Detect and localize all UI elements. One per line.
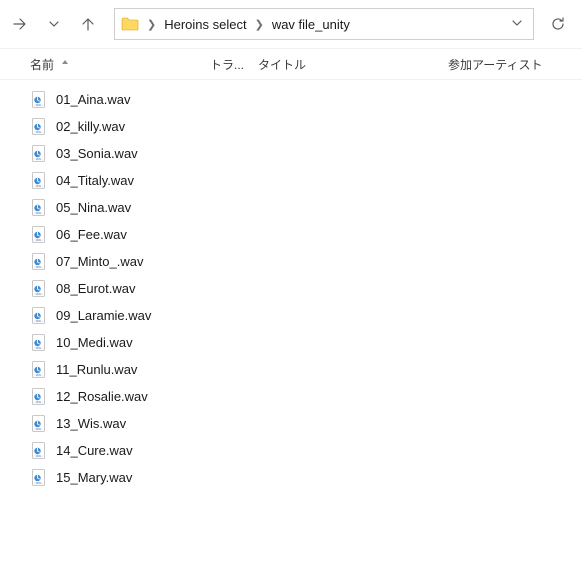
chevron-right-icon[interactable]: ❯ — [251, 18, 268, 31]
file-row[interactable]: WAV 03_Sonia.wav — [0, 140, 582, 167]
file-row[interactable]: WAV 01_Aina.wav — [0, 86, 582, 113]
wav-file-icon: WAV — [30, 361, 48, 379]
file-row[interactable]: WAV 12_Rosalie.wav — [0, 383, 582, 410]
wav-file-icon: WAV — [30, 334, 48, 352]
file-row[interactable]: WAV 10_Medi.wav — [0, 329, 582, 356]
svg-text:WAV: WAV — [36, 347, 41, 350]
wav-file-icon: WAV — [30, 469, 48, 487]
sort-indicator-icon — [60, 58, 70, 71]
column-label: タイトル — [258, 56, 306, 73]
file-list: WAV 01_Aina.wav WAV 02_killy.wav WAV 03_… — [0, 80, 582, 491]
file-row[interactable]: WAV 11_Runlu.wav — [0, 356, 582, 383]
chevron-right-icon[interactable]: ❯ — [143, 18, 160, 31]
address-dropdown-button[interactable] — [507, 13, 527, 36]
wav-file-icon: WAV — [30, 199, 48, 217]
file-row[interactable]: WAV 14_Cure.wav — [0, 437, 582, 464]
column-header-track[interactable]: トラ... — [210, 49, 258, 79]
file-name: 12_Rosalie.wav — [56, 389, 148, 404]
column-header-artist[interactable]: 参加アーティスト — [448, 49, 582, 79]
column-label: 名前 — [30, 56, 54, 73]
file-row[interactable]: WAV 13_Wis.wav — [0, 410, 582, 437]
file-name: 13_Wis.wav — [56, 416, 126, 431]
wav-file-icon: WAV — [30, 388, 48, 406]
svg-text:WAV: WAV — [36, 428, 41, 431]
arrow-up-icon — [80, 16, 96, 32]
wav-file-icon: WAV — [30, 226, 48, 244]
folder-icon — [121, 16, 139, 32]
svg-text:WAV: WAV — [36, 185, 41, 188]
file-row[interactable]: WAV 08_Eurot.wav — [0, 275, 582, 302]
svg-text:WAV: WAV — [36, 482, 41, 485]
wav-file-icon: WAV — [30, 415, 48, 433]
file-name: 01_Aina.wav — [56, 92, 130, 107]
file-name: 07_Minto_.wav — [56, 254, 143, 269]
svg-text:WAV: WAV — [36, 374, 41, 377]
svg-text:WAV: WAV — [36, 320, 41, 323]
file-row[interactable]: WAV 04_Titaly.wav — [0, 167, 582, 194]
column-header-name[interactable]: 名前 — [30, 49, 210, 79]
file-name: 14_Cure.wav — [56, 443, 133, 458]
file-name: 04_Titaly.wav — [56, 173, 134, 188]
svg-text:WAV: WAV — [36, 455, 41, 458]
file-row[interactable]: WAV 02_killy.wav — [0, 113, 582, 140]
toolbar: ❯ Heroins select ❯ wav file_unity — [0, 0, 582, 48]
file-name: 06_Fee.wav — [56, 227, 127, 242]
file-name: 10_Medi.wav — [56, 335, 133, 350]
wav-file-icon: WAV — [30, 118, 48, 136]
svg-text:WAV: WAV — [36, 401, 41, 404]
file-row[interactable]: WAV 09_Laramie.wav — [0, 302, 582, 329]
chevron-down-icon — [48, 18, 60, 30]
wav-file-icon: WAV — [30, 307, 48, 325]
forward-button[interactable] — [4, 8, 36, 40]
recent-locations-button[interactable] — [38, 8, 70, 40]
breadcrumb-item[interactable]: Heroins select — [160, 15, 250, 34]
file-name: 03_Sonia.wav — [56, 146, 138, 161]
file-name: 08_Eurot.wav — [56, 281, 136, 296]
wav-file-icon: WAV — [30, 280, 48, 298]
breadcrumb-item[interactable]: wav file_unity — [268, 15, 354, 34]
refresh-button[interactable] — [542, 8, 574, 40]
file-name: 02_killy.wav — [56, 119, 125, 134]
column-label: トラ... — [210, 56, 244, 73]
wav-file-icon: WAV — [30, 253, 48, 271]
file-row[interactable]: WAV 06_Fee.wav — [0, 221, 582, 248]
svg-text:WAV: WAV — [36, 293, 41, 296]
svg-text:WAV: WAV — [36, 266, 41, 269]
column-headers: 名前 トラ... タイトル 参加アーティスト — [0, 48, 582, 80]
file-name: 09_Laramie.wav — [56, 308, 151, 323]
wav-file-icon: WAV — [30, 442, 48, 460]
wav-file-icon: WAV — [30, 145, 48, 163]
file-name: 11_Runlu.wav — [56, 362, 137, 377]
file-row[interactable]: WAV 07_Minto_.wav — [0, 248, 582, 275]
svg-text:WAV: WAV — [36, 239, 41, 242]
up-button[interactable] — [72, 8, 104, 40]
arrow-right-icon — [12, 16, 28, 32]
wav-file-icon: WAV — [30, 172, 48, 190]
file-name: 15_Mary.wav — [56, 470, 132, 485]
address-bar-right — [507, 13, 527, 36]
wav-file-icon: WAV — [30, 91, 48, 109]
file-row[interactable]: WAV 05_Nina.wav — [0, 194, 582, 221]
chevron-down-icon — [511, 17, 523, 29]
file-row[interactable]: WAV 15_Mary.wav — [0, 464, 582, 491]
column-label: 参加アーティスト — [448, 56, 543, 73]
file-name: 05_Nina.wav — [56, 200, 131, 215]
svg-text:WAV: WAV — [36, 131, 41, 134]
svg-text:WAV: WAV — [36, 158, 41, 161]
refresh-icon — [550, 16, 566, 32]
svg-text:WAV: WAV — [36, 104, 41, 107]
address-bar[interactable]: ❯ Heroins select ❯ wav file_unity — [114, 8, 534, 40]
column-header-title[interactable]: タイトル — [258, 49, 448, 79]
svg-text:WAV: WAV — [36, 212, 41, 215]
